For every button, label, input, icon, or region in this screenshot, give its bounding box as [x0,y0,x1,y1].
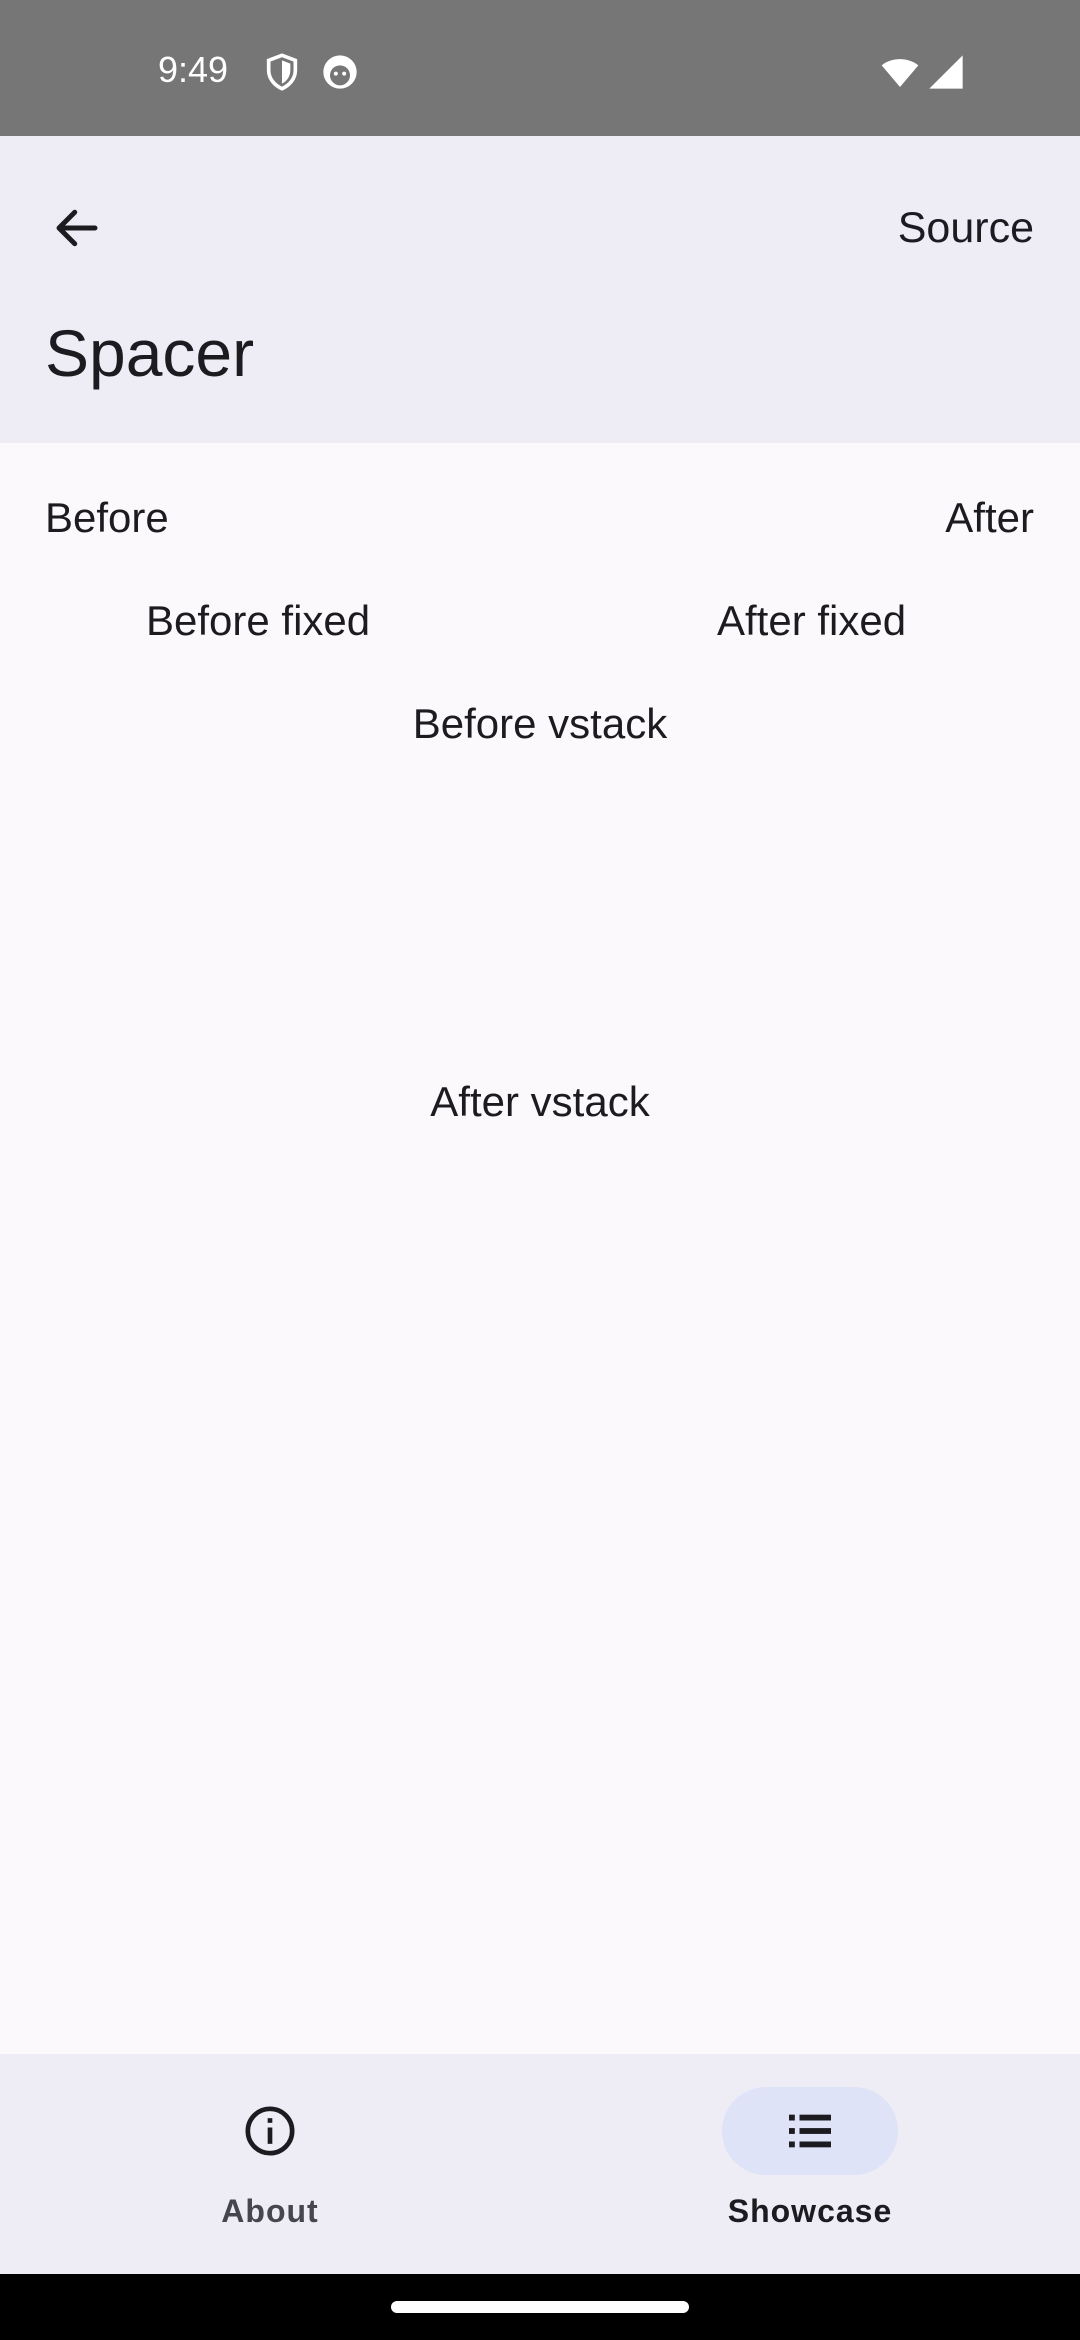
system-gesture-bar [0,2274,1080,2340]
signal-icon [926,52,966,92]
info-icon [245,2106,295,2156]
shield-icon [262,52,302,92]
status-bar: 9:49 [0,0,1080,136]
status-time: 9:49 [158,49,229,90]
back-button[interactable] [32,183,122,273]
top-app-bar: Source Spacer [0,136,1080,443]
nav-label-about: About [221,2193,319,2229]
after-fixed-text: After fixed [717,597,907,644]
source-button[interactable]: Source [898,196,1034,260]
nav-item-showcase[interactable]: Showcase [540,2054,1080,2274]
arrow-back-icon [56,209,98,247]
nav-indicator [182,2087,358,2175]
home-gesture-handle[interactable] [391,2301,689,2313]
after-text: After [945,494,1034,541]
list-icon [789,2114,831,2148]
wifi-icon [880,52,920,92]
bottom-navigation: About Showcase [0,2054,1080,2274]
before-vstack-text: Before vstack [412,700,668,747]
before-fixed-text: Before fixed [146,597,371,644]
before-text: Before [45,494,169,541]
content-area: Before After Before fixed After fixed Be… [0,443,1080,2054]
nav-item-about[interactable]: About [0,2054,540,2274]
face-icon [320,52,360,92]
nav-label-showcase: Showcase [727,2193,893,2229]
nav-indicator-active [722,2087,898,2175]
page-title: Spacer [45,316,255,390]
after-vstack-text: After vstack [430,1078,650,1125]
